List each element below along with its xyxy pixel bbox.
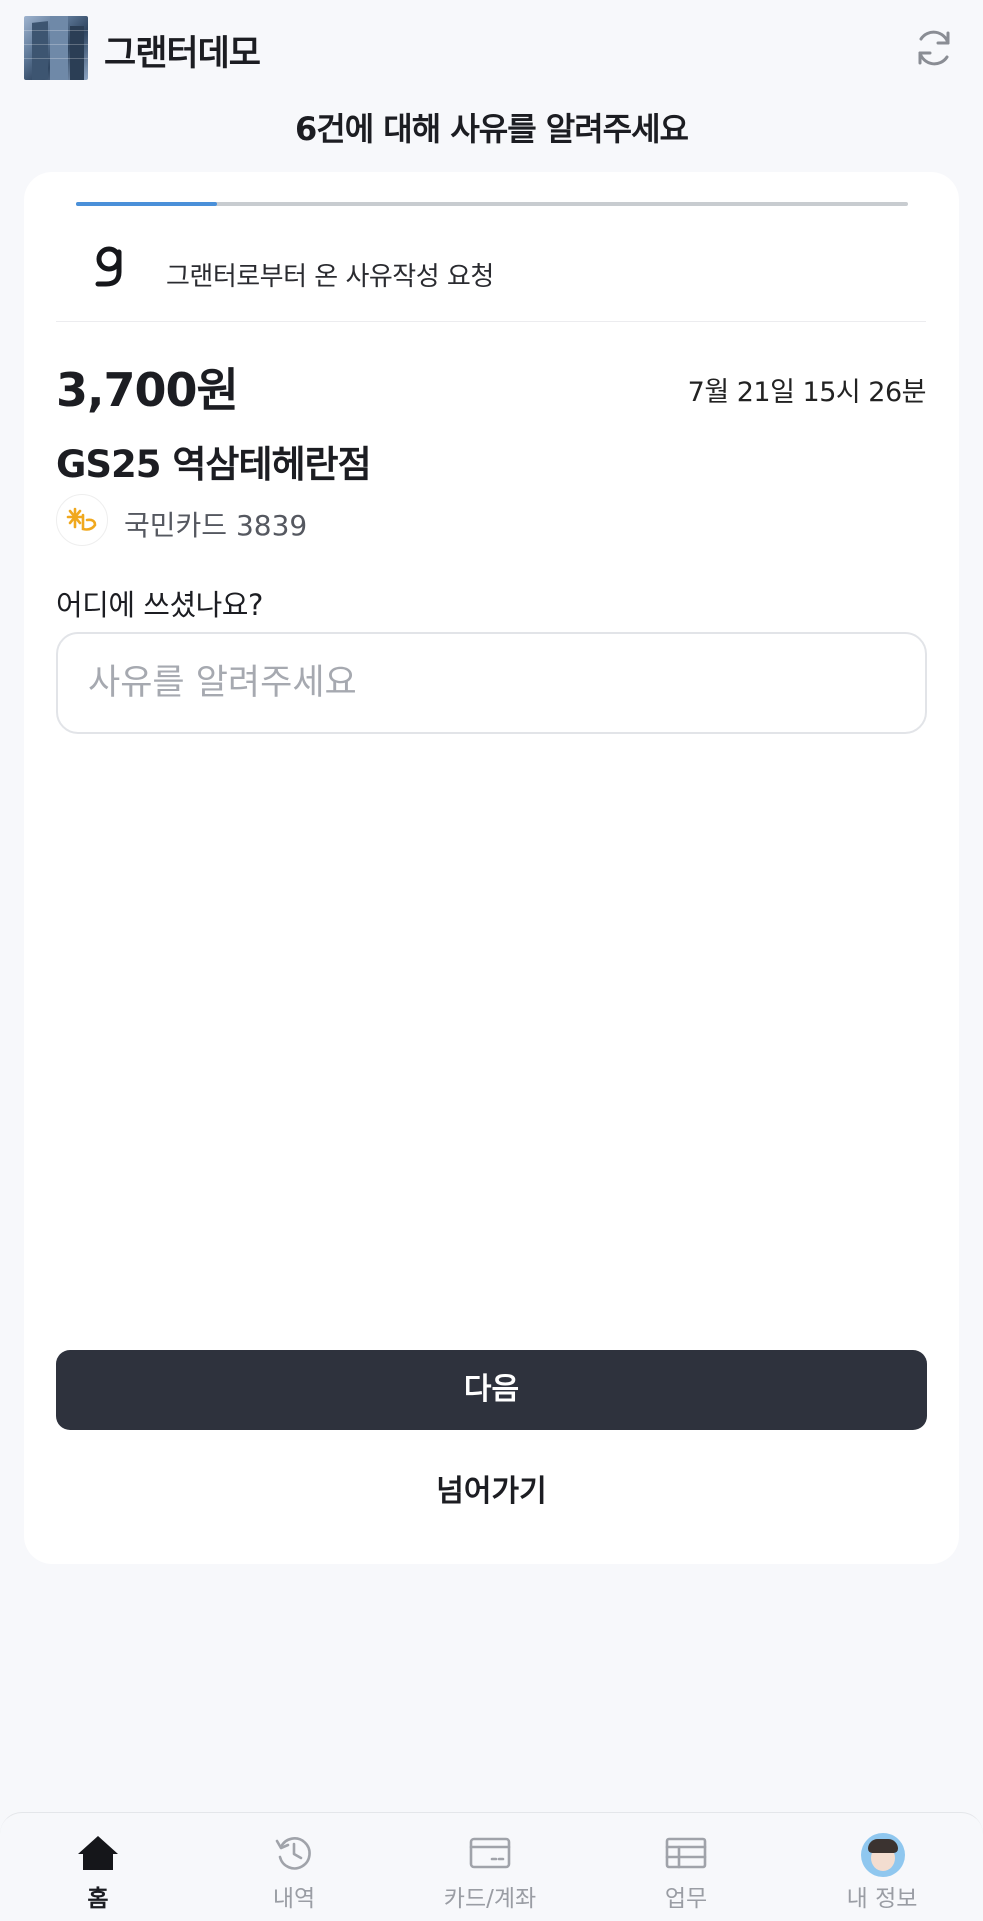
home-icon [76,1833,120,1873]
request-label: 그랜터로부터 온 사유작성 요청 [166,262,494,292]
bottom-navigation: 홈 내역 카드/계좌 업무 내 정보 [0,1812,983,1920]
nav-item-history[interactable]: 내역 [196,1813,392,1921]
app-header: 그랜터데모 [0,0,983,96]
next-button[interactable]: 다음 [56,1350,927,1430]
company-name[interactable]: 그랜터데모 [104,25,261,76]
progress-fill [76,202,218,206]
reason-input[interactable] [56,632,927,734]
nav-item-home[interactable]: 홈 [0,1813,196,1921]
progress-bar [76,202,908,206]
table-icon [664,1833,708,1873]
kb-card-icon [56,494,108,546]
nav-label-history: 내역 [272,1886,316,1912]
transaction-datetime: 7월 21일 15시 26분 [687,377,927,408]
skip-button[interactable]: 넘어가기 [56,1462,927,1522]
nav-label-my-info: 내 정보 [846,1886,918,1912]
question-label: 어디에 쓰셨나요? [56,588,263,622]
nav-label-home: 홈 [87,1886,109,1912]
nav-label-work: 업무 [664,1886,708,1912]
transaction-amount: 3,700원 [56,363,239,417]
nav-item-card-account[interactable]: 카드/계좌 [392,1813,588,1921]
company-logo[interactable] [24,16,88,80]
refresh-icon[interactable] [912,26,956,70]
card-label: 국민카드 3839 [124,509,308,542]
nav-label-card-account: 카드/계좌 [443,1886,537,1912]
request-source-row: 그랜터로부터 온 사유작성 요청 [56,228,926,322]
card-icon [468,1833,512,1873]
nav-item-my-info[interactable]: 내 정보 [784,1813,980,1921]
page-title: 6건에 대해 사유를 알려주세요 [295,110,689,148]
history-icon [272,1833,316,1873]
nav-item-work[interactable]: 업무 [588,1813,784,1921]
reason-request-card: 그랜터로부터 온 사유작성 요청 3,700원 7월 21일 15시 26분 G… [24,172,959,1564]
merchant-name: GS25 역삼테헤란점 [56,443,372,486]
granter-g-logo-icon [94,246,128,288]
avatar [861,1833,905,1877]
